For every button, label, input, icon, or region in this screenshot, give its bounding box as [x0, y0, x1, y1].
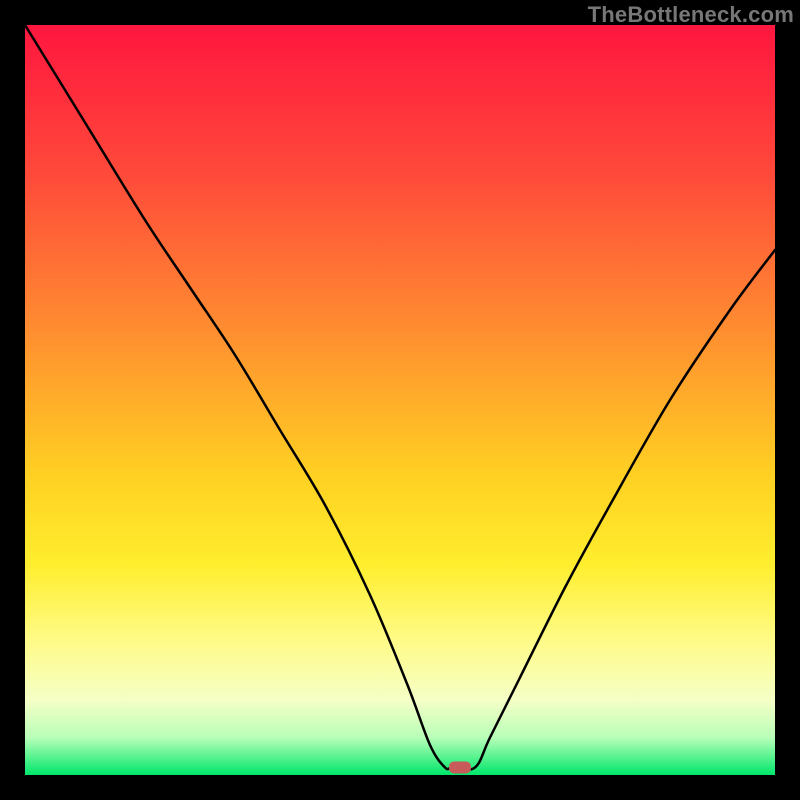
min-marker [449, 762, 471, 774]
bottleneck-chart [0, 0, 800, 800]
plot-area [25, 25, 775, 775]
watermark: TheBottleneck.com [588, 2, 794, 28]
chart-container: { "watermark": "TheBottleneck.com", "cha… [0, 0, 800, 800]
